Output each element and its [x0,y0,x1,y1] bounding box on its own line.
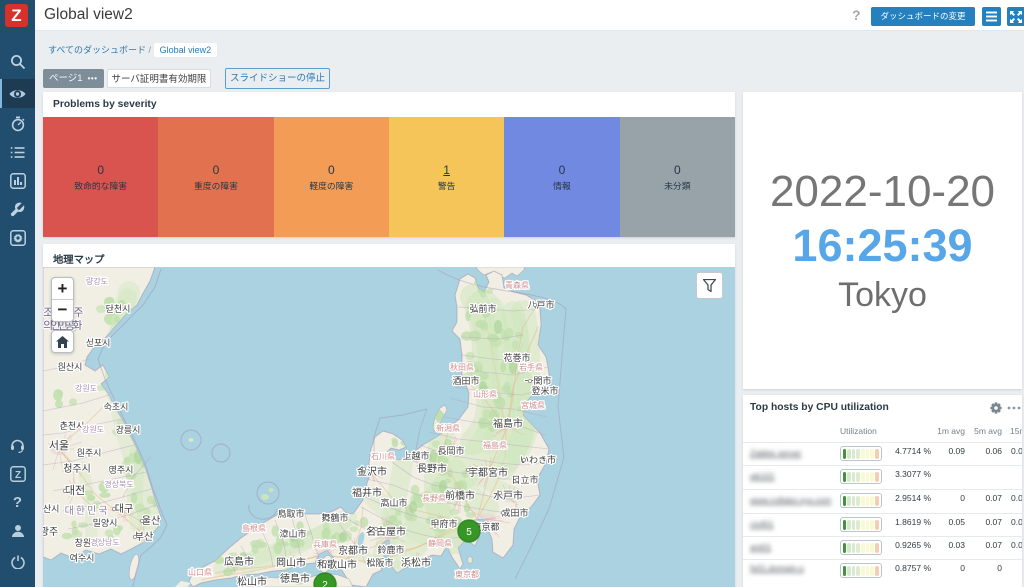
svg-text:長野県: 長野県 [422,494,446,503]
svg-text:東京都: 東京都 [455,569,479,579]
svg-text:鈴鹿市: 鈴鹿市 [377,544,404,555]
svg-text:밀양시: 밀양시 [93,517,118,528]
svg-text:徳島市: 徳島市 [280,572,310,585]
svg-text:부산: 부산 [135,531,153,543]
svg-text:浜松市: 浜松市 [401,556,431,569]
svg-text:宮城県: 宮城県 [521,400,545,410]
svg-text:岩手県: 岩手県 [519,362,543,372]
svg-text:대구: 대구 [115,503,133,515]
svg-text:군산시: 군산시 [43,504,59,514]
svg-text:静岡県: 静岡県 [428,538,452,548]
svg-text:5: 5 [466,527,472,538]
svg-text:서울: 서울 [49,439,69,452]
svg-text:島根県: 島根県 [242,523,266,533]
svg-text:石川県: 石川県 [371,452,395,461]
svg-text:成田市: 成田市 [501,507,528,518]
svg-text:경상북도: 경상북도 [104,479,133,489]
svg-text:강원도: 강원도 [82,424,104,434]
svg-text:福島県: 福島県 [483,440,507,450]
svg-text:대전: 대전 [65,484,85,497]
svg-text:金沢市: 金沢市 [357,465,387,478]
svg-text:新潟県: 新潟県 [436,423,460,433]
svg-text:福島市: 福島市 [493,417,523,430]
svg-text:Z: Z [14,470,20,481]
svg-text:松山市: 松山市 [237,575,267,587]
svg-text:八戸市: 八戸市 [527,299,554,310]
svg-text:水戸市: 水戸市 [493,489,523,502]
svg-text:秋田県: 秋田県 [450,362,474,372]
svg-text:山形県: 山形県 [473,389,497,399]
svg-text:광주: 광주 [43,526,58,538]
svg-text:2: 2 [322,580,328,587]
svg-text:경상남도: 경상남도 [90,537,119,547]
svg-text:山口県: 山口県 [188,567,212,577]
svg-text:京都市: 京都市 [338,544,368,557]
svg-text:대한민국: 대한민국 [65,505,110,517]
svg-text:和歌山市: 和歌山市 [317,558,357,571]
svg-text:兵庫県: 兵庫県 [313,539,337,549]
svg-text:名古屋市: 名古屋市 [366,525,406,538]
svg-text:長野市: 長野市 [417,462,447,475]
svg-text:울산: 울산 [142,515,160,527]
svg-text:福井市: 福井市 [352,486,382,499]
svg-text:宇都宮市: 宇都宮市 [468,466,508,479]
svg-text:강원도: 강원도 [75,383,97,393]
svg-text:량강도: 량강도 [86,276,108,286]
svg-text:前橋市: 前橋市 [445,489,475,502]
svg-text:青森県: 青森県 [505,280,529,290]
